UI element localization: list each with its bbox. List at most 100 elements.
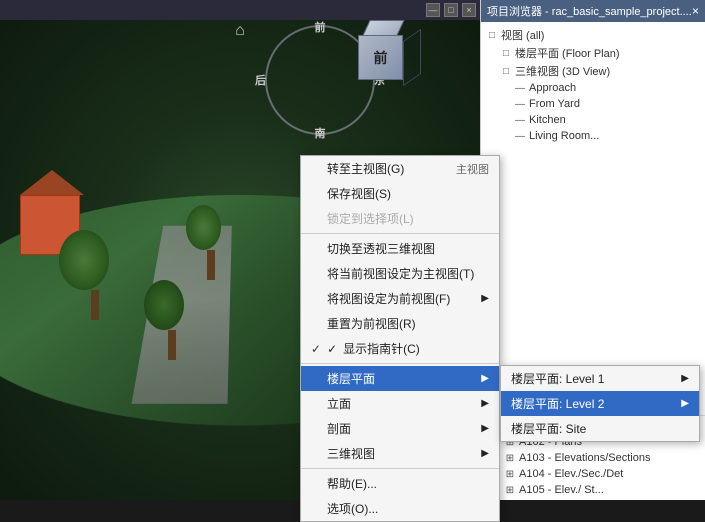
submenu-item-site[interactable]: 楼层平面: Site — [501, 416, 699, 441]
submenu-label: 楼层平面: Level 2 — [511, 395, 604, 412]
ctx-label: 保存视图(S) — [327, 185, 489, 202]
ctx-label: 切换至透视三维视图 — [327, 240, 489, 257]
ctx-item-section[interactable]: 剖面▶ — [301, 416, 499, 441]
tree-item-label: 楼层平面 (Floor Plan) — [515, 45, 620, 61]
tree-item-kitchen[interactable]: — Kitchen — [481, 112, 705, 128]
close-button[interactable]: × — [462, 3, 476, 17]
ctx-label: 帮助(E)... — [327, 475, 489, 492]
bottom-item-label: A103 - Elevations/Sections — [519, 452, 650, 464]
tree-expand-icon: — — [513, 81, 527, 95]
home-icon[interactable]: ⌂ — [235, 22, 245, 40]
ctx-item-save_view[interactable]: 保存视图(S) — [301, 181, 499, 206]
tree-item-3dview[interactable]: □ 三维视图 (3D View) — [481, 62, 705, 80]
ctx-item-help[interactable]: 帮助(E)... — [301, 471, 499, 496]
bottom-tree-item[interactable]: ⊞ A103 - Elevations/Sections — [481, 450, 705, 466]
tree-expand-icon: □ — [485, 28, 499, 42]
ctx-separator — [301, 233, 499, 234]
ctx-label: 将视图设定为前视图(F) — [327, 290, 481, 307]
minimize-button[interactable]: — — [426, 3, 440, 17]
browser-title-text: 项目浏览器 - rac_basic_sample_project.... — [487, 3, 692, 19]
bottom-tree-item[interactable]: ⊞ A104 - Elev./Sec./Det — [481, 466, 705, 482]
ctx-item-elevation[interactable]: 立面▶ — [301, 391, 499, 416]
ctx-item-switch_persp[interactable]: 切换至透视三维视图 — [301, 236, 499, 261]
ctx-item-set_prev[interactable]: 将视图设定为前视图(F)▶ — [301, 286, 499, 311]
tree-item-approach[interactable]: — Approach — [481, 80, 705, 96]
bottom-item-icon: ⊞ — [503, 483, 517, 497]
compass-west: 后 — [255, 72, 266, 88]
ctx-label: 剖面 — [327, 420, 481, 437]
ctx-separator — [301, 363, 499, 364]
ctx-label: 将当前视图设定为主视图(T) — [327, 265, 489, 282]
submenu-arrow-icon: ▶ — [481, 448, 489, 459]
tree-item-label: 三维视图 (3D View) — [515, 63, 610, 79]
maximize-button[interactable]: □ — [444, 3, 458, 17]
ctx-item-reset_prev[interactable]: 重置为前视图(R) — [301, 311, 499, 336]
ctx-label: 三维视图 — [327, 445, 481, 462]
ctx-item-goto_main[interactable]: 转至主视图(G)主视图 — [301, 156, 499, 181]
ctx-label: 锁定到选择项(L) — [327, 210, 489, 227]
main-container: 前 南 东 后 前 ⌂ — □ × 项目浏览器 - rac_basic_s — [0, 0, 705, 500]
nav-cube[interactable]: 前 南 东 后 前 — [340, 20, 420, 100]
context-menu: 转至主视图(G)主视图保存视图(S) 锁定到选择项(L) 切换至透视三维视图将当前视… — [300, 155, 500, 522]
submenu-item-level2[interactable]: 楼层平面: Level 2 ▶ — [501, 391, 699, 416]
bottom-item-icon: ⊞ — [503, 451, 517, 465]
ctx-shortcut: 主视图 — [456, 161, 489, 177]
building-roof — [20, 170, 84, 195]
tree-expand-icon: □ — [499, 46, 513, 60]
tree-item-livingroom[interactable]: — Living Room... — [481, 128, 705, 144]
viewport-title-bar: — □ × — [0, 0, 480, 20]
ctx-item-show_compass[interactable]: ✓ 显示指南针(C) — [301, 336, 499, 361]
tree-item-label: Living Room... — [529, 130, 599, 142]
ctx-item-3d_view[interactable]: 三维视图▶ — [301, 441, 499, 466]
submenu-arrow-icon: ▶ — [481, 398, 489, 409]
ctx-label: 选项(O)... — [327, 500, 489, 517]
cube-front-face[interactable]: 前 — [358, 35, 403, 80]
ctx-label: 显示指南针(C) — [343, 340, 489, 357]
tree-top-3 — [186, 205, 221, 250]
submenu-item-level1[interactable]: 楼层平面: Level 1 ▶ — [501, 366, 699, 391]
ctx-item-floor_plan[interactable]: 楼层平面▶ — [301, 366, 499, 391]
tree-item-label: From Yard — [529, 98, 580, 110]
tree-expand-icon: — — [513, 97, 527, 111]
tree-item-floorplan[interactable]: □ 楼层平面 (Floor Plan) — [481, 44, 705, 62]
ctx-item-set_main[interactable]: 将当前视图设定为主视图(T) — [301, 261, 499, 286]
tree-item-label: 视图 (all) — [501, 27, 544, 43]
tree-top-2 — [144, 280, 184, 330]
ctx-separator — [301, 468, 499, 469]
tree-1 — [80, 240, 109, 320]
submenu-arrow-icon: ▶ — [481, 293, 489, 304]
cube-side-face — [403, 29, 421, 87]
ctx-label: 转至主视图(G) — [327, 160, 456, 177]
submenu-label: 楼层平面: Site — [511, 420, 586, 437]
tree-item-views[interactable]: □ 视图 (all) — [481, 26, 705, 44]
ctx-item-lock_select: 锁定到选择项(L) — [301, 206, 499, 231]
browser-close-button[interactable]: × — [692, 4, 699, 18]
submenu-label: 楼层平面: Level 1 — [511, 370, 604, 387]
browser-title-bar: 项目浏览器 - rac_basic_sample_project.... × — [481, 0, 705, 22]
bottom-item-label: A105 - Elev./ St... — [519, 484, 604, 496]
tree-3 — [200, 215, 221, 280]
tree-trunk-3 — [207, 250, 215, 280]
tree-top-1 — [59, 230, 109, 290]
tree-expand-icon: — — [513, 113, 527, 127]
tree-item-label: Approach — [529, 82, 576, 94]
submenu-arrow-icon: ▶ — [481, 373, 489, 384]
project-tree[interactable]: □ 视图 (all) □ 楼层平面 (Floor Plan) □ 三维视图 (3… — [481, 22, 705, 415]
ctx-label: 楼层平面 — [327, 370, 481, 387]
bottom-tree-item[interactable]: ⊞ A105 - Elev./ St... — [481, 482, 705, 498]
compass-north: 前 — [315, 19, 326, 35]
ctx-label: 重置为前视图(R) — [327, 315, 489, 332]
check-mark: ✓ — [327, 342, 337, 356]
ctx-label: 立面 — [327, 395, 481, 412]
tree-trunk-2 — [168, 330, 176, 360]
bottom-item-label: A104 - Elev./Sec./Det — [519, 468, 623, 480]
submenu-arrow-icon: ▶ — [681, 398, 689, 409]
compass-south: 南 — [315, 125, 326, 141]
tree-expand-icon: □ — [499, 64, 513, 78]
tree-item-fromyard[interactable]: — From Yard — [481, 96, 705, 112]
submenu-arrow-icon: ▶ — [481, 423, 489, 434]
submenu-arrow-icon: ▶ — [681, 373, 689, 384]
tree-2 — [160, 288, 184, 360]
tree-trunk-1 — [91, 290, 99, 320]
tree-item-label: Kitchen — [529, 114, 566, 126]
